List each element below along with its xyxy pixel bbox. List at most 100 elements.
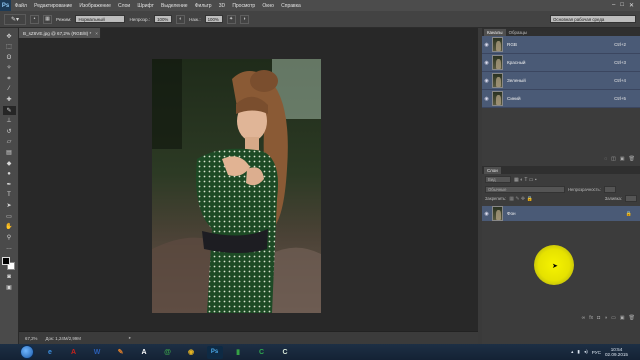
menu-window[interactable]: Окно <box>259 3 278 9</box>
document-tab[interactable]: B_sZ6VE.jpg @ 67,2% (RGB/8) * × <box>19 28 101 38</box>
taskbar-green-app-icon[interactable]: ▮ <box>230 346 246 359</box>
brush-tool-icon[interactable]: ✎ <box>2 106 16 116</box>
channel-row[interactable]: ◉ Красный Ctrl+3 <box>482 54 640 72</box>
eye-icon[interactable]: ◉ <box>482 42 491 48</box>
new-layer-icon[interactable]: ▣ <box>620 315 625 321</box>
layer-style-icon[interactable]: fx <box>589 315 593 321</box>
network-icon[interactable]: ▮ <box>577 349 580 355</box>
brush-size-icon[interactable]: • <box>30 14 39 24</box>
taskbar-word-icon[interactable]: W <box>89 346 105 359</box>
taskbar-c-app-icon[interactable]: C <box>277 346 293 359</box>
pen-tool-icon[interactable]: ✒ <box>3 180 16 189</box>
workspace-select[interactable]: Основная рабочая среда <box>550 15 636 23</box>
layer-row[interactable]: ◉ Фон 🔒 <box>482 206 640 221</box>
layer-filter-select[interactable]: Вид <box>485 176 511 183</box>
load-selection-icon[interactable]: ◌ <box>604 156 607 162</box>
channel-row[interactable]: ◉ Синий Ctrl+5 <box>482 90 640 108</box>
path-select-tool-icon[interactable]: ➤ <box>3 202 16 211</box>
eraser-tool-icon[interactable]: ▱ <box>3 138 16 147</box>
channel-row[interactable]: ◉ Зеленый Ctrl+4 <box>482 72 640 90</box>
clone-stamp-tool-icon[interactable]: ⊥ <box>3 117 16 126</box>
link-layers-icon[interactable]: ∞ <box>582 315 586 321</box>
tab-layers[interactable]: Слои <box>484 167 501 174</box>
dodge-tool-icon[interactable]: ● <box>3 170 16 179</box>
menu-help[interactable]: Справка <box>278 3 305 9</box>
quick-select-tool-icon[interactable]: ✧ <box>3 64 16 73</box>
menu-layers[interactable]: Слои <box>114 3 133 9</box>
menu-3d[interactable]: 3D <box>215 3 229 9</box>
tool-preset-picker[interactable]: ✎▾ <box>4 13 26 25</box>
zoom-level[interactable]: 67,2% <box>25 336 37 341</box>
clock[interactable]: 10:54 02.09.2015 <box>605 347 628 358</box>
save-selection-icon[interactable]: ◫ <box>611 156 616 162</box>
gradient-tool-icon[interactable]: ▤ <box>3 149 16 158</box>
add-mask-icon[interactable]: ◘ <box>597 315 600 321</box>
delete-layer-icon[interactable]: 🗑 <box>629 315 635 321</box>
lock-icons[interactable]: ▦ ✎ ✥ 🔒 <box>509 196 533 202</box>
taskbar-paint-icon[interactable]: ✎ <box>113 346 129 359</box>
brush-panel-icon[interactable]: ▦ <box>43 14 52 24</box>
close-button[interactable]: ✕ <box>629 2 634 9</box>
eye-icon[interactable]: ◉ <box>482 78 491 84</box>
zoom-tool-icon[interactable]: ⚲ <box>3 233 16 242</box>
menu-filter[interactable]: Фильтр <box>191 3 215 9</box>
delete-channel-icon[interactable]: 🗑 <box>629 156 635 162</box>
taskbar-camtasia-icon[interactable]: C <box>254 346 270 359</box>
eye-icon[interactable]: ◉ <box>482 60 491 66</box>
close-tab-icon[interactable]: × <box>95 31 98 36</box>
blur-tool-icon[interactable]: ◆ <box>3 159 16 168</box>
menu-view[interactable]: Просмотр <box>229 3 259 9</box>
maximize-button[interactable]: □ <box>620 2 624 9</box>
pressure-size-icon[interactable]: ◑ <box>239 14 249 24</box>
shape-tool-icon[interactable]: ▭ <box>3 212 16 221</box>
color-swatches[interactable] <box>2 256 16 271</box>
airbrush-icon[interactable]: ✦ <box>226 14 236 24</box>
lasso-tool-icon[interactable]: ʘ <box>3 53 16 62</box>
marquee-tool-icon[interactable]: ⬚ <box>3 43 16 52</box>
taskbar-ie-icon[interactable]: e <box>42 346 58 359</box>
more-tools-icon[interactable]: … <box>3 244 16 253</box>
blend-mode-select[interactable]: Обычные <box>485 186 565 193</box>
quick-mask-icon[interactable]: ◙ <box>3 273 16 282</box>
document-photo[interactable] <box>152 59 321 313</box>
language-indicator[interactable]: РУС <box>592 350 601 355</box>
fill-field[interactable] <box>625 195 637 202</box>
foreground-color-swatch[interactable] <box>2 256 10 265</box>
eyedropper-tool-icon[interactable]: ⁄ <box>3 85 16 94</box>
healing-tool-icon[interactable]: ✚ <box>3 96 16 105</box>
pressure-opacity-icon[interactable]: ◐ <box>176 14 186 24</box>
adjustment-layer-icon[interactable]: ◑ <box>604 315 607 321</box>
channel-row[interactable]: ◉ RGB Ctrl+2 <box>482 36 640 54</box>
tray-arrow-icon[interactable]: ▴ <box>571 349 573 355</box>
eye-icon[interactable]: ◉ <box>482 96 491 102</box>
move-tool-icon[interactable]: ✥ <box>3 32 16 41</box>
hand-tool-icon[interactable]: ✋ <box>3 223 16 232</box>
menu-type[interactable]: Шрифт <box>134 3 158 9</box>
filter-icons[interactable]: ▦ ◐ T ▭ ▪ <box>514 177 537 183</box>
type-tool-icon[interactable]: T <box>3 191 16 200</box>
taskbar-messenger-icon[interactable]: @ <box>160 346 176 359</box>
tab-channels[interactable]: Каналы <box>484 29 506 36</box>
new-channel-icon[interactable]: ▣ <box>620 156 625 162</box>
eye-icon[interactable]: ◉ <box>482 211 491 217</box>
minimize-button[interactable]: – <box>612 2 615 9</box>
opacity-field[interactable]: 100% <box>154 15 173 23</box>
volume-icon[interactable]: ◂) <box>584 349 588 355</box>
menu-file[interactable]: Файл <box>11 3 30 9</box>
taskbar-a-app-icon[interactable]: A <box>136 346 152 359</box>
tab-swatches[interactable]: Образцы <box>506 29 530 36</box>
menu-edit[interactable]: Редактирование <box>30 3 75 9</box>
menu-select[interactable]: Выделение <box>157 3 191 9</box>
screen-mode-icon[interactable]: ▣ <box>3 283 16 292</box>
taskbar-chrome-icon[interactable]: ◉ <box>183 346 199 359</box>
taskbar-photoshop-icon[interactable]: Ps <box>206 345 223 359</box>
status-menu-arrow-icon[interactable]: ▸ <box>129 335 131 341</box>
crop-tool-icon[interactable]: ⌗ <box>3 74 16 83</box>
flow-field[interactable]: 100% <box>204 15 223 23</box>
mode-select[interactable]: Нормальный <box>75 15 126 23</box>
menu-image[interactable]: Изображение <box>76 3 115 9</box>
taskbar-adobe-reader-icon[interactable]: A <box>66 346 82 359</box>
new-group-icon[interactable]: ▭ <box>611 315 616 321</box>
history-brush-tool-icon[interactable]: ↺ <box>3 127 16 136</box>
layer-opacity-field[interactable] <box>603 186 616 193</box>
